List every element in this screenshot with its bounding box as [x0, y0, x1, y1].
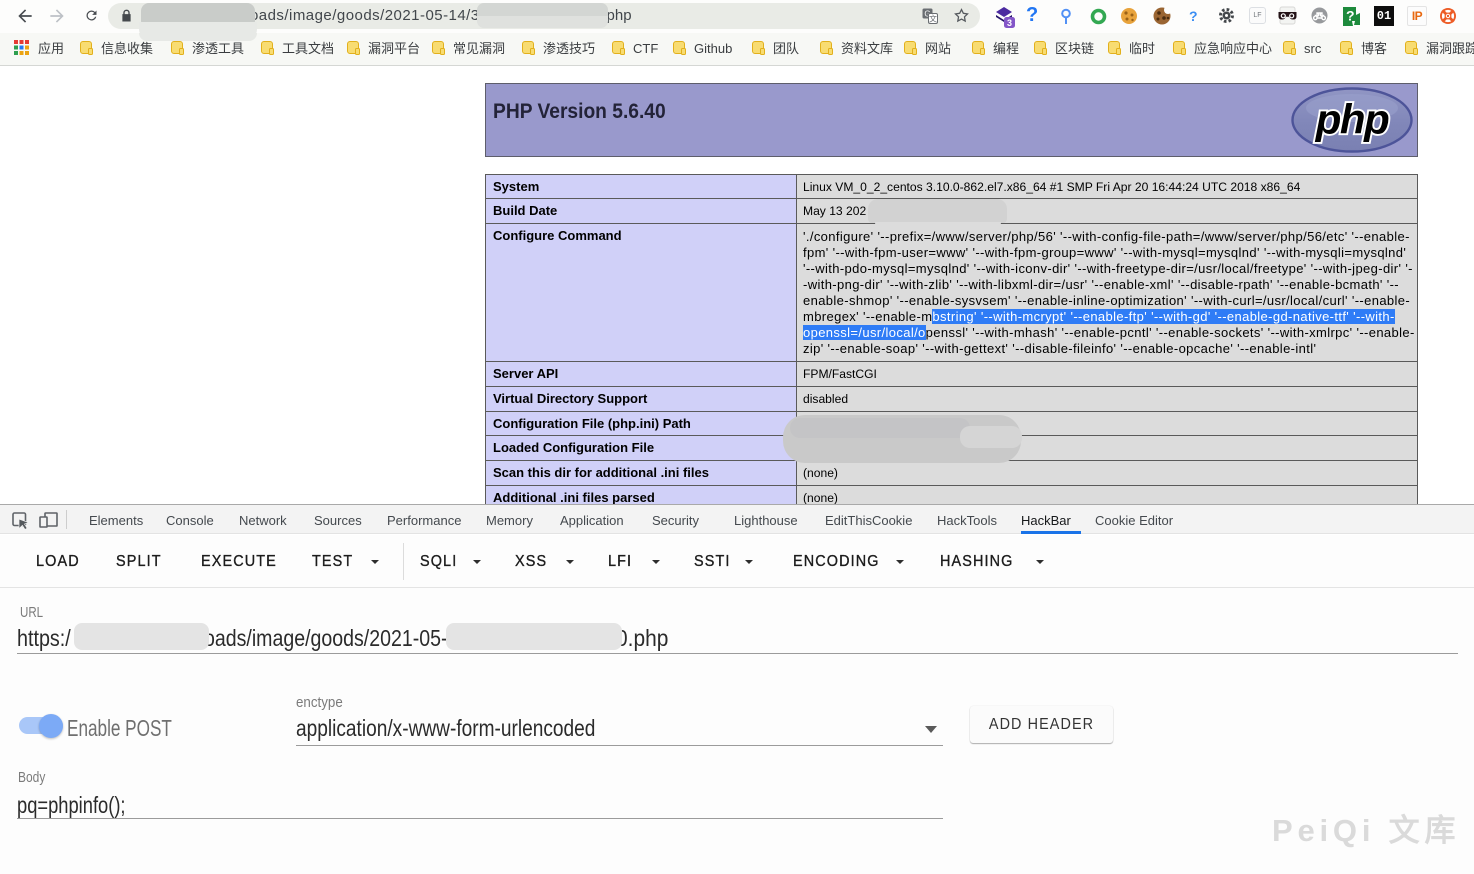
svg-text:3: 3 [1007, 18, 1012, 28]
svg-text:php: php [1315, 96, 1389, 143]
svg-text:?: ? [1346, 8, 1355, 24]
svg-text:文: 文 [929, 14, 937, 24]
